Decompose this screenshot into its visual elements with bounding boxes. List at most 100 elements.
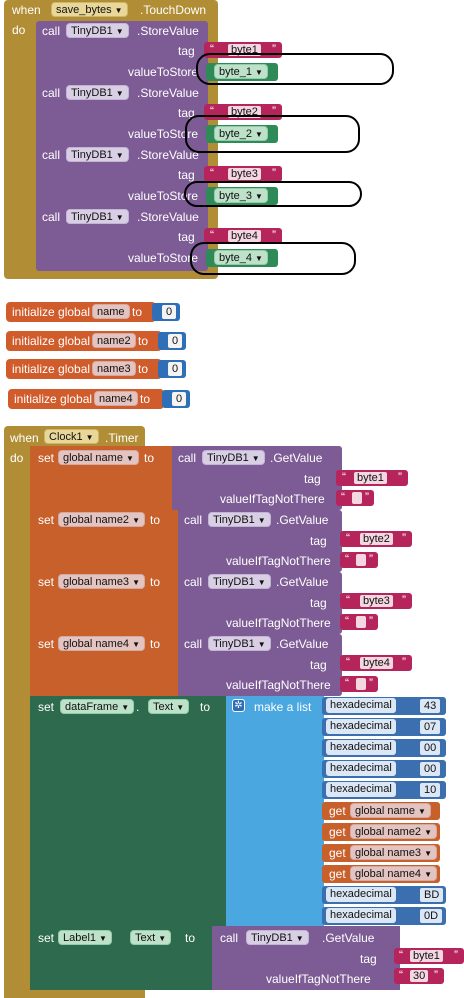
variable-dropdown[interactable]: global name ▼ [58,450,139,465]
hexadecimal-block[interactable]: hexadecimal 00 [322,739,446,757]
hexadecimal-value[interactable]: BD [420,888,444,902]
number-value[interactable]: 0 [162,305,177,319]
tinydb-dropdown[interactable]: TinyDB1 ▼ [66,209,129,224]
hexadecimal-block[interactable]: hexadecimal 0D [322,907,446,925]
hexadecimal-block[interactable]: hexadecimal BD [322,886,446,904]
global-name-field[interactable]: name4 [94,391,138,406]
tag-string-block[interactable]: “byte1” [394,948,464,964]
default-value[interactable] [352,492,362,504]
global-init-block[interactable]: initialize global name4 to [8,389,164,409]
global-init-block[interactable]: initialize global name2 to [6,331,162,351]
set-dataframe-block[interactable]: set dataFrame ▼ . Text ▼ to [30,696,226,926]
hexadecimal-value[interactable]: 07 [420,720,441,734]
hexadecimal-value[interactable]: 43 [420,699,441,713]
hexadecimal-block[interactable]: hexadecimal 43 [322,697,446,715]
variable-name: global name4 [355,868,422,880]
tag-value[interactable]: byte4 [228,230,261,242]
set-global-block[interactable]: set global name ▼ to [30,446,172,510]
default-value[interactable] [356,554,366,566]
global-name-field[interactable]: name3 [92,361,136,376]
tag-value[interactable]: byte1 [354,472,387,484]
getvalue-block[interactable]: call TinyDB1 ▼ .GetValue tag valueIfTagNo… [178,634,342,696]
hexadecimal-block[interactable]: hexadecimal 00 [322,760,446,778]
global-init-block[interactable]: initialize global name3 to [6,359,162,379]
tinydb-dropdown[interactable]: TinyDB1 ▼ [208,636,271,651]
hexadecimal-value[interactable]: 10 [420,783,441,797]
number-block[interactable]: 0 [162,390,190,408]
tag-string-block[interactable]: “byte3” [204,166,282,182]
getvalue-block[interactable]: call TinyDB1 ▼ .GetValue tag valueIfTagNo… [178,572,342,634]
tinydb-dropdown[interactable]: TinyDB1 ▼ [208,512,271,527]
chevron-down-icon: ▼ [115,27,124,36]
to-label: to [140,392,151,406]
getvalue-block[interactable]: call TinyDB1 ▼ .GetValue tag valueIfTagNo… [178,510,342,572]
tag-string-block[interactable]: “byte2” [340,531,412,547]
tinydb-dropdown[interactable]: TinyDB1 ▼ [66,147,129,162]
number-value[interactable]: 0 [168,362,183,376]
variable-dropdown[interactable]: global name ▼ [350,803,431,818]
get-variable-block[interactable]: get global name ▼ [322,802,440,820]
tag-value[interactable]: byte2 [360,533,393,545]
property-dropdown[interactable]: Text ▼ [148,699,190,714]
component-dropdown[interactable]: save_bytes ▼ [51,2,128,17]
global-init-block[interactable]: initialize global name to [6,302,156,322]
component-dropdown[interactable]: Clock1 ▼ [44,429,99,444]
tag-value[interactable]: byte3 [228,168,261,180]
set-global-block[interactable]: set global name3 ▼ to [30,572,178,634]
property-dropdown[interactable]: Text ▼ [130,930,172,945]
number-value[interactable]: 0 [172,392,187,406]
tinydb-dropdown[interactable]: TinyDB1 ▼ [208,574,271,589]
tag-string-block[interactable]: “byte4” [340,655,412,671]
default-string-block[interactable]: “” [336,490,374,506]
tinydb-dropdown[interactable]: TinyDB1 ▼ [246,930,309,945]
tinydb-dropdown[interactable]: TinyDB1 ▼ [202,450,265,465]
variable-dropdown[interactable]: global name4 ▼ [58,636,145,651]
hexadecimal-block[interactable]: hexadecimal 07 [322,718,446,736]
set-label1-block[interactable]: set Label1 ▼ Text ▼ to [30,926,214,990]
get-variable-block[interactable]: get global name3 ▼ [322,844,440,862]
tag-string-block[interactable]: “byte1” [336,470,408,486]
get-label: get [329,846,346,860]
make-list-block[interactable]: ✲ make a list [226,696,324,926]
number-block[interactable]: 0 [152,303,180,321]
get-variable-block[interactable]: get global name2 ▼ [322,823,440,841]
global-name-field[interactable]: name2 [92,333,136,348]
tinydb-dropdown[interactable]: TinyDB1 ▼ [66,85,129,100]
tag-string-block[interactable]: “byte3” [340,593,412,609]
global-name-field[interactable]: name [92,304,130,319]
hexadecimal-value[interactable]: 00 [420,762,441,776]
default-value[interactable] [356,678,366,690]
set-global-block[interactable]: set global name2 ▼ to [30,510,178,572]
tag-value[interactable]: byte3 [360,595,393,607]
number-block[interactable]: 0 [158,332,186,350]
hexadecimal-block[interactable]: hexadecimal 10 [322,781,446,799]
default-string-block[interactable]: “” [340,552,378,568]
tag-value[interactable]: byte4 [360,657,393,669]
number-value[interactable]: 0 [168,334,183,348]
variable-dropdown[interactable]: global name2 ▼ [350,824,437,839]
call-label: call [42,86,61,100]
default-string-block[interactable]: “” [340,614,378,630]
tag-value[interactable]: byte1 [410,950,443,962]
tinydb-dropdown[interactable]: TinyDB1 ▼ [66,23,129,38]
default-string-block[interactable]: “” [340,676,378,692]
set-label: set [38,575,55,589]
component-dropdown[interactable]: dataFrame ▼ [60,699,135,714]
default-value[interactable] [356,616,366,628]
get-variable-block[interactable]: get global name4 ▼ [322,865,440,883]
call-label: call [42,210,61,224]
number-block[interactable]: 0 [158,360,186,378]
set-global-block[interactable]: set global name4 ▼ to [30,634,178,696]
hexadecimal-value[interactable]: 0D [420,909,443,923]
hexadecimal-value[interactable]: 00 [420,741,441,755]
variable-dropdown[interactable]: global name2 ▼ [58,512,145,527]
component-dropdown[interactable]: Label1 ▼ [58,930,112,945]
variable-dropdown[interactable]: global name3 ▼ [58,574,145,589]
default-value[interactable]: 30 [410,970,429,982]
gear-icon[interactable]: ✲ [232,699,245,712]
getvalue-block[interactable]: call TinyDB1 ▼ .GetValue tag valueIfTagNo… [172,446,342,510]
variable-dropdown[interactable]: global name4 ▼ [350,866,437,881]
default-string-block[interactable]: “30” [394,968,444,984]
getvalue-block[interactable]: call TinyDB1 ▼ .GetValue tag valueIfTagNo… [212,926,400,990]
variable-dropdown[interactable]: global name3 ▼ [350,845,437,860]
